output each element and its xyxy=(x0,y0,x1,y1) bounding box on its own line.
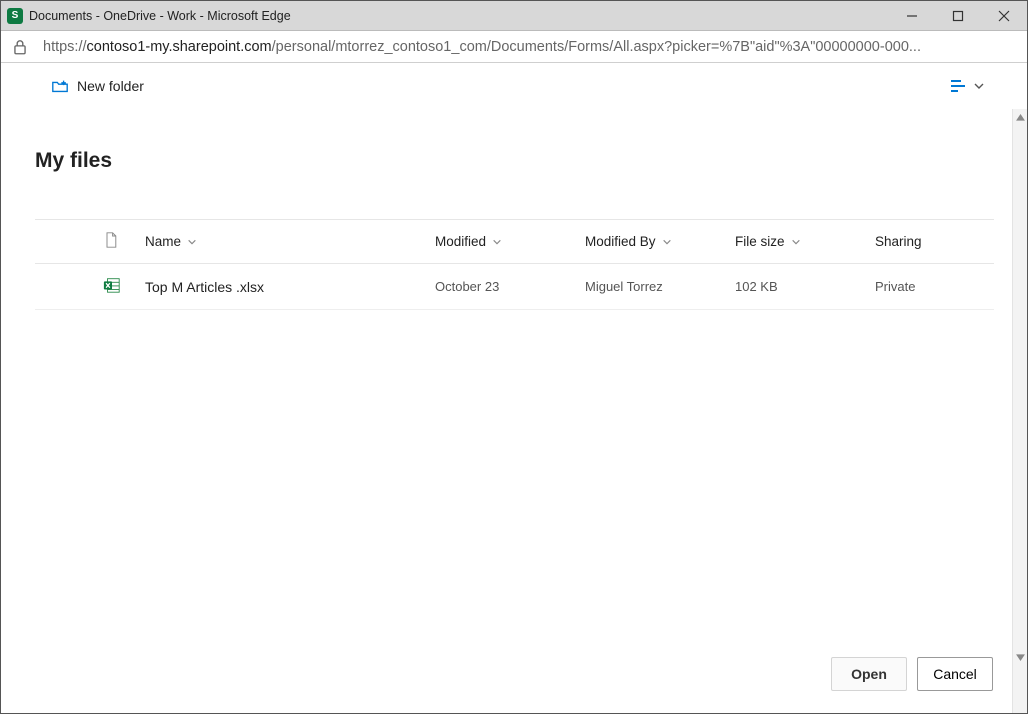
file-size: 102 KB xyxy=(735,279,778,294)
column-modified-by[interactable]: Modified By xyxy=(577,220,727,264)
file-sharing: Private xyxy=(875,279,915,294)
close-icon xyxy=(998,10,1010,22)
file-name[interactable]: Top M Articles .xlsx xyxy=(145,279,264,295)
vertical-scrollbar[interactable] xyxy=(1012,109,1027,713)
view-options-icon[interactable] xyxy=(951,80,967,92)
triangle-down-icon xyxy=(1016,653,1025,662)
minimize-button[interactable] xyxy=(889,1,935,30)
column-modified[interactable]: Modified xyxy=(427,220,577,264)
triangle-up-icon xyxy=(1016,113,1025,122)
excel-file-icon xyxy=(95,264,137,310)
maximize-icon xyxy=(952,10,964,22)
scroll-down-button[interactable] xyxy=(1013,649,1027,665)
chevron-down-icon xyxy=(662,237,672,247)
scroll-up-button[interactable] xyxy=(1013,109,1027,125)
file-modified: October 23 xyxy=(435,279,499,294)
chevron-down-icon[interactable] xyxy=(973,80,985,92)
column-file-icon xyxy=(95,220,137,264)
lock-icon xyxy=(11,38,29,56)
new-folder-label: New folder xyxy=(77,78,144,94)
open-button: Open xyxy=(831,657,907,691)
column-file-size[interactable]: File size xyxy=(727,220,867,264)
new-folder-icon xyxy=(51,77,69,95)
address-bar[interactable]: https://contoso1-my.sharepoint.com/perso… xyxy=(1,31,1027,63)
cancel-button[interactable]: Cancel xyxy=(917,657,993,691)
close-button[interactable] xyxy=(981,1,1027,30)
column-name[interactable]: Name xyxy=(137,220,427,264)
file-table: Name Modified Modified By xyxy=(35,219,994,310)
chevron-down-icon xyxy=(187,237,197,247)
page-title: My files xyxy=(35,149,994,173)
maximize-button[interactable] xyxy=(935,1,981,30)
footer-buttons: Open Cancel xyxy=(831,657,993,691)
window-title-text: Documents - OneDrive - Work - Microsoft … xyxy=(29,9,291,23)
command-bar: New folder xyxy=(1,63,1027,109)
minimize-icon xyxy=(906,10,918,22)
window-favicon: S xyxy=(7,8,23,24)
table-row[interactable]: Top M Articles .xlsx October 23 Miguel T… xyxy=(35,264,994,310)
title-bar: S Documents - OneDrive - Work - Microsof… xyxy=(1,1,1027,31)
content-area: My files Name xyxy=(1,109,1012,713)
file-modified-by: Miguel Torrez xyxy=(585,279,663,294)
column-sharing[interactable]: Sharing xyxy=(867,220,994,264)
chevron-down-icon xyxy=(492,237,502,247)
new-folder-button[interactable]: New folder xyxy=(51,77,144,95)
chevron-down-icon xyxy=(791,237,801,247)
url-text: https://contoso1-my.sharepoint.com/perso… xyxy=(43,39,921,55)
